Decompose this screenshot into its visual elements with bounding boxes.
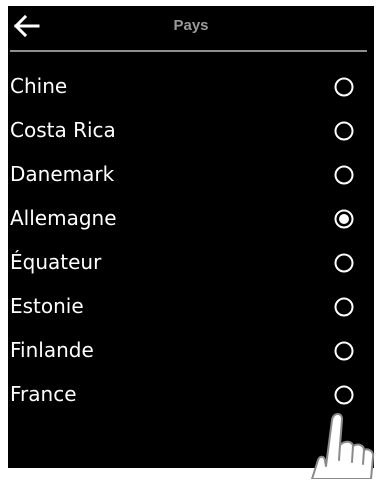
- country-option[interactable]: Chine: [8, 68, 374, 112]
- country-option-label: Danemark: [10, 162, 115, 186]
- country-option-label: Équateur: [10, 250, 102, 274]
- radio-unselected-icon[interactable]: [334, 165, 354, 185]
- radio-unselected-icon[interactable]: [334, 253, 354, 273]
- radio-unselected-icon[interactable]: [334, 121, 354, 141]
- country-option-label: Costa Rica: [10, 118, 116, 142]
- radio-unselected-icon[interactable]: [334, 385, 354, 405]
- country-option[interactable]: Estonie: [8, 288, 374, 332]
- radio-unselected-icon[interactable]: [334, 341, 354, 361]
- country-option-label: France: [10, 382, 77, 406]
- device-screen: Pays Chine Costa Rica Danemark Allemagne Équ…: [8, 6, 374, 468]
- country-option[interactable]: Finlande: [8, 332, 374, 376]
- header-bar: Pays: [8, 6, 374, 52]
- page-title: Pays: [173, 17, 209, 34]
- country-option[interactable]: Danemark: [8, 156, 374, 200]
- radio-unselected-icon[interactable]: [334, 297, 354, 317]
- country-option-label: Allemagne: [10, 206, 117, 230]
- radio-unselected-icon[interactable]: [334, 77, 354, 97]
- country-option-label: Chine: [10, 74, 68, 98]
- country-option[interactable]: Costa Rica: [8, 112, 374, 156]
- country-option[interactable]: Allemagne: [8, 200, 374, 244]
- header-divider: [10, 50, 367, 52]
- country-option[interactable]: Équateur: [8, 244, 374, 288]
- country-list: Chine Costa Rica Danemark Allemagne Équateur…: [8, 68, 374, 420]
- country-option-label: Estonie: [10, 294, 84, 318]
- country-option-label: Finlande: [10, 338, 94, 362]
- radio-selected-icon[interactable]: [334, 209, 354, 229]
- country-option[interactable]: France: [8, 376, 374, 420]
